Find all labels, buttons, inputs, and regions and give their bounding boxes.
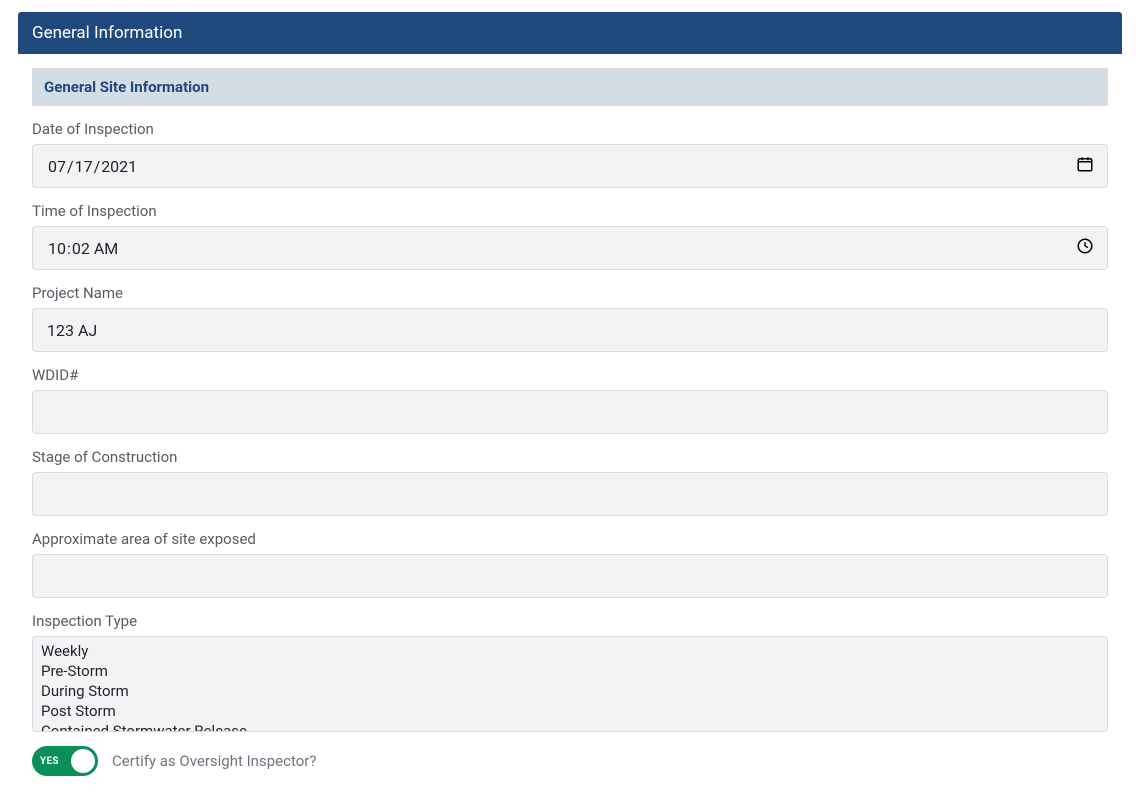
toggle-row-certify: YES Certify as Oversight Inspector? bbox=[32, 746, 1108, 776]
toggle-certify-oversight[interactable]: YES bbox=[32, 746, 98, 776]
label-approx-area-exposed: Approximate area of site exposed bbox=[32, 530, 1108, 548]
option-inspection-type[interactable]: Weekly bbox=[39, 641, 1101, 661]
label-date-of-inspection: Date of Inspection bbox=[32, 120, 1108, 138]
input-time-of-inspection[interactable] bbox=[32, 226, 1108, 270]
panel-body: General Site Information Date of Inspect… bbox=[18, 54, 1122, 790]
field-approx-area-exposed: Approximate area of site exposed bbox=[32, 530, 1108, 598]
field-date-of-inspection: Date of Inspection bbox=[32, 120, 1108, 188]
toggle-state-label: YES bbox=[40, 756, 59, 767]
input-approx-area-exposed[interactable] bbox=[32, 554, 1108, 598]
option-inspection-type[interactable]: Contained Stormwater Release bbox=[39, 721, 1101, 732]
option-inspection-type[interactable]: Post Storm bbox=[39, 701, 1101, 721]
select-inspection-type[interactable]: WeeklyPre-StormDuring StormPost StormCon… bbox=[32, 636, 1108, 732]
input-stage-of-construction[interactable] bbox=[32, 472, 1108, 516]
field-project-name: Project Name bbox=[32, 284, 1108, 352]
panel-header: General Information bbox=[18, 12, 1122, 54]
field-stage-of-construction: Stage of Construction bbox=[32, 448, 1108, 516]
panel-title: General Information bbox=[32, 23, 182, 43]
input-project-name[interactable] bbox=[32, 308, 1108, 352]
label-stage-of-construction: Stage of Construction bbox=[32, 448, 1108, 466]
sub-header: General Site Information bbox=[32, 68, 1108, 106]
label-inspection-type: Inspection Type bbox=[32, 612, 1108, 630]
toggle-certify-text: Certify as Oversight Inspector? bbox=[112, 752, 316, 770]
toggle-knob bbox=[71, 749, 95, 773]
label-wdid: WDID# bbox=[32, 366, 1108, 384]
label-time-of-inspection: Time of Inspection bbox=[32, 202, 1108, 220]
option-inspection-type[interactable]: Pre-Storm bbox=[39, 661, 1101, 681]
sub-header-text: General Site Information bbox=[44, 78, 209, 96]
input-wdid[interactable] bbox=[32, 390, 1108, 434]
option-inspection-type[interactable]: During Storm bbox=[39, 681, 1101, 701]
input-date-of-inspection[interactable] bbox=[32, 144, 1108, 188]
field-inspection-type: Inspection Type WeeklyPre-StormDuring St… bbox=[32, 612, 1108, 732]
field-wdid: WDID# bbox=[32, 366, 1108, 434]
field-time-of-inspection: Time of Inspection bbox=[32, 202, 1108, 270]
label-project-name: Project Name bbox=[32, 284, 1108, 302]
